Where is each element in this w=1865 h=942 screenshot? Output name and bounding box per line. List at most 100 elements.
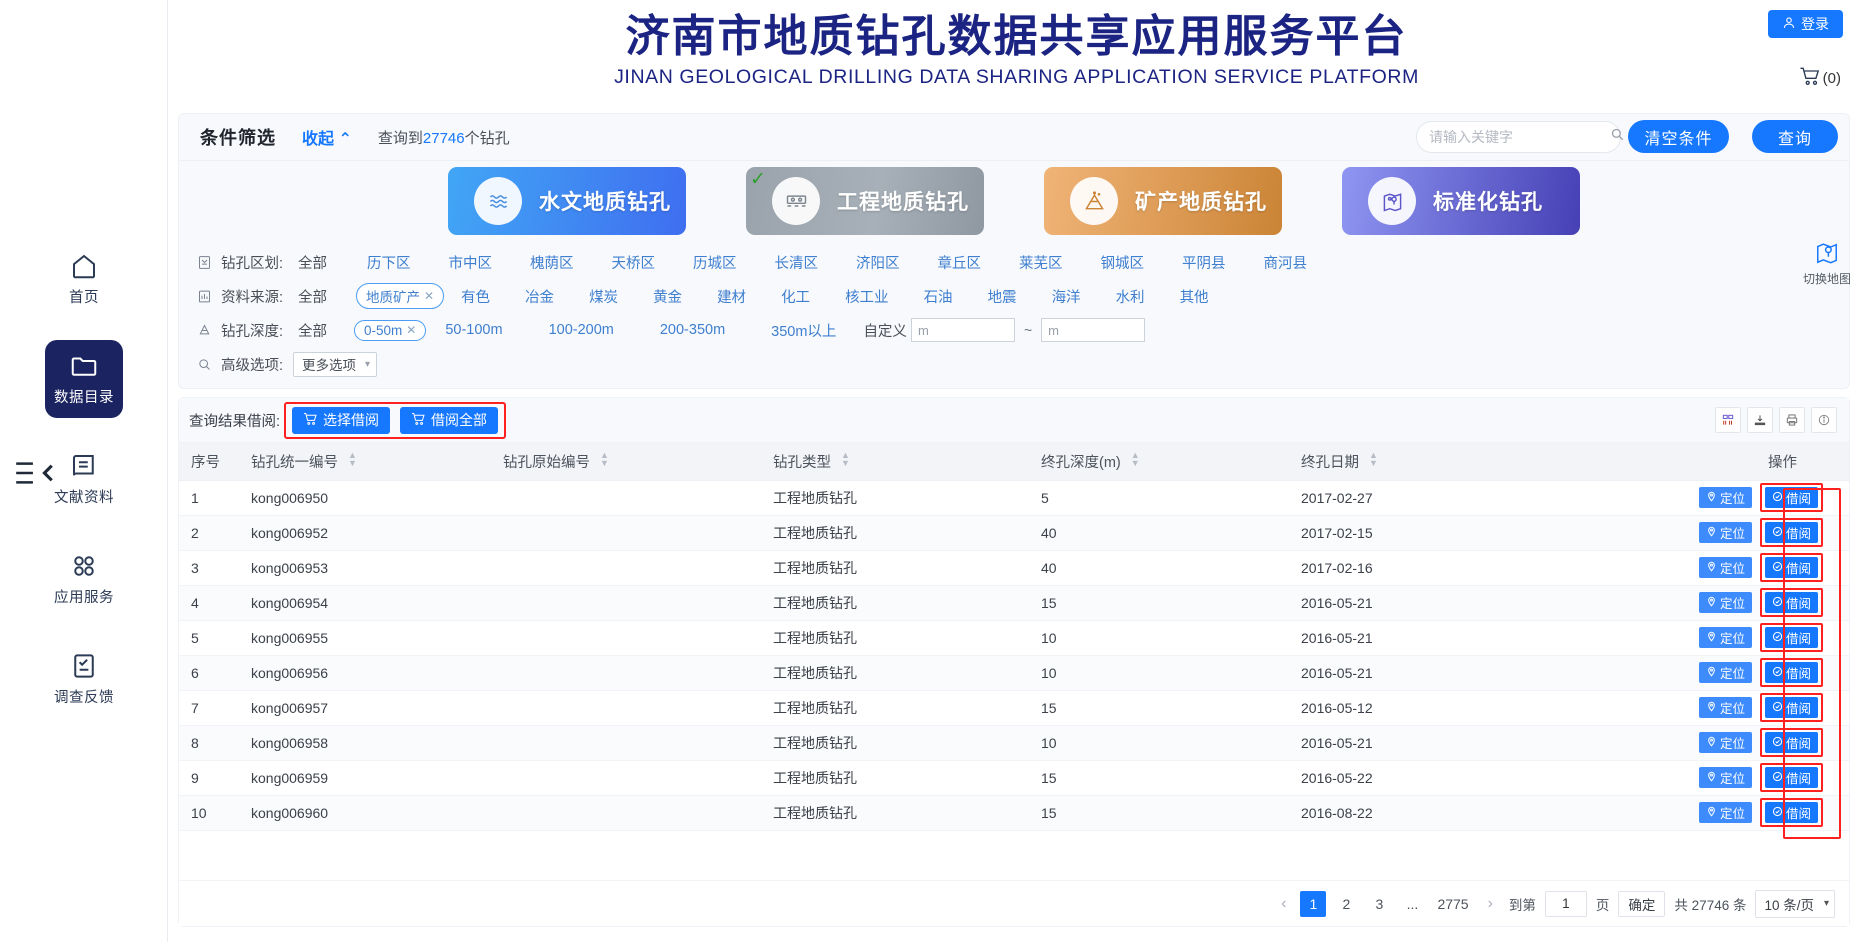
filter-chip-selected[interactable]: 地质矿产 ✕ (356, 283, 444, 309)
sort-icon[interactable]: ▲▼ (1369, 451, 1378, 467)
depth-max-input[interactable] (1041, 318, 1145, 342)
table-row[interactable]: 8kong006958工程地质钻孔102016-05-21定位借阅 (179, 725, 1849, 760)
filter-option[interactable]: 100-200m (544, 322, 619, 338)
table-row[interactable]: 3kong006953工程地质钻孔402017-02-16定位借阅 (179, 550, 1849, 585)
category-card-engineering[interactable]: ✓ 工程地质钻孔 (746, 167, 984, 235)
filter-option[interactable]: 石油 (919, 286, 958, 307)
table-row[interactable]: 4kong006954工程地质钻孔152016-05-21定位借阅 (179, 585, 1849, 620)
next-page-button[interactable]: › (1481, 895, 1500, 913)
filter-option[interactable]: 煤炭 (584, 286, 623, 307)
locate-button[interactable]: 定位 (1699, 487, 1752, 508)
page-jump-confirm-button[interactable]: 确定 (1618, 891, 1665, 917)
sort-icon[interactable]: ▲▼ (841, 451, 850, 467)
filter-option[interactable]: 有色 (456, 286, 495, 307)
filter-option[interactable]: 全部 (293, 252, 332, 273)
borrow-button[interactable]: 借阅 (1765, 697, 1818, 718)
filter-option[interactable]: 其他 (1175, 286, 1214, 307)
filter-option[interactable]: 长清区 (770, 252, 824, 273)
filter-chip-selected[interactable]: 0-50m ✕ (354, 320, 426, 341)
borrow-button[interactable]: 借阅 (1765, 522, 1818, 543)
borrow-button[interactable]: 借阅 (1765, 557, 1818, 578)
sort-icon[interactable]: ▲▼ (1131, 451, 1140, 467)
table-row[interactable]: 1kong006950工程地质钻孔52017-02-27定位借阅 (179, 480, 1849, 515)
advanced-options-select[interactable]: 更多选项 ▾ (293, 352, 377, 377)
sort-icon[interactable]: ▲▼ (348, 451, 357, 467)
locate-button[interactable]: 定位 (1699, 662, 1752, 683)
clear-conditions-button[interactable]: 清空条件 (1628, 120, 1729, 153)
select-borrow-button[interactable]: 选择借阅 (292, 407, 390, 434)
locate-button[interactable]: 定位 (1699, 627, 1752, 648)
filter-option[interactable]: 天桥区 (607, 252, 661, 273)
locate-button[interactable]: 定位 (1699, 697, 1752, 718)
filter-option[interactable]: 建材 (712, 286, 751, 307)
filter-option[interactable]: 海洋 (1047, 286, 1086, 307)
filter-option[interactable]: 350m以上 (766, 320, 841, 341)
filter-option[interactable]: 钢城区 (1096, 252, 1150, 273)
sidebar-item-app-service[interactable]: 应用服务 (45, 540, 123, 618)
search-box[interactable] (1416, 121, 1621, 153)
export-icon[interactable] (1747, 407, 1773, 433)
search-icon[interactable] (1610, 127, 1625, 147)
table-row[interactable]: 2kong006952工程地质钻孔402017-02-15定位借阅 (179, 515, 1849, 550)
locate-button[interactable]: 定位 (1699, 592, 1752, 613)
table-row[interactable]: 5kong006955工程地质钻孔102016-05-21定位借阅 (179, 620, 1849, 655)
table-row[interactable]: 7kong006957工程地质钻孔152016-05-12定位借阅 (179, 690, 1849, 725)
filter-option[interactable]: 地震 (983, 286, 1022, 307)
filter-collapse-toggle[interactable]: 收起 ⌃ (302, 125, 352, 149)
page-jump-input[interactable] (1545, 891, 1587, 917)
filter-option[interactable]: 200-350m (655, 322, 730, 338)
query-button[interactable]: 查询 (1752, 120, 1838, 153)
filter-option[interactable]: 黄金 (648, 286, 687, 307)
locate-button[interactable]: 定位 (1699, 557, 1752, 578)
page-number-3[interactable]: 3 (1366, 891, 1392, 917)
print-icon[interactable] (1779, 407, 1805, 433)
sidebar-item-feedback[interactable]: 调查反馈 (45, 640, 123, 718)
table-row[interactable]: 10kong006960工程地质钻孔152016-08-22定位借阅 (179, 795, 1849, 830)
search-input[interactable] (1429, 129, 1610, 145)
borrow-button[interactable]: 借阅 (1765, 802, 1818, 823)
filter-option[interactable]: 核工业 (840, 286, 894, 307)
filter-option[interactable]: 50-100m (440, 322, 507, 338)
page-number-2[interactable]: 2 (1333, 891, 1359, 917)
borrow-button[interactable]: 借阅 (1765, 767, 1818, 788)
filter-option[interactable]: 商河县 (1259, 252, 1313, 273)
column-header-original-no[interactable]: 钻孔原始编号 ▲▼ (491, 443, 761, 480)
category-card-standardized[interactable]: 标准化钻孔 (1342, 167, 1580, 235)
filter-option[interactable]: 章丘区 (933, 252, 987, 273)
filter-option[interactable]: 历下区 (362, 252, 416, 273)
sidebar-item-home[interactable]: 首页 (45, 240, 123, 318)
borrow-button[interactable]: 借阅 (1765, 592, 1818, 613)
remove-chip-icon[interactable]: ✕ (424, 289, 434, 303)
depth-min-input[interactable] (911, 318, 1015, 342)
borrow-button[interactable]: 借阅 (1765, 487, 1818, 508)
borrow-button[interactable]: 借阅 (1765, 662, 1818, 683)
locate-button[interactable]: 定位 (1699, 802, 1752, 823)
sort-icon[interactable]: ▲▼ (600, 451, 609, 467)
sidebar-item-data-catalog[interactable]: 数据目录 (45, 340, 123, 418)
table-row[interactable]: 9kong006959工程地质钻孔152016-05-22定位借阅 (179, 760, 1849, 795)
category-card-mineral[interactable]: 矿产地质钻孔 (1044, 167, 1282, 235)
filter-option[interactable]: 济阳区 (851, 252, 905, 273)
page-number-last[interactable]: 2775 (1432, 891, 1473, 917)
prev-page-button[interactable]: ‹ (1274, 895, 1293, 913)
map-switch-button[interactable]: 切换地图 (1797, 240, 1857, 287)
borrow-button[interactable]: 借阅 (1765, 732, 1818, 753)
filter-option[interactable]: 平阴县 (1177, 252, 1231, 273)
borrow-button[interactable]: 借阅 (1765, 627, 1818, 648)
cart-button[interactable]: (0) (1799, 66, 1841, 90)
filter-option[interactable]: 历城区 (688, 252, 742, 273)
sidebar-collapse-toggle[interactable] (10, 452, 60, 494)
page-number-1[interactable]: 1 (1300, 891, 1326, 917)
info-icon[interactable] (1811, 407, 1837, 433)
filter-option[interactable]: 全部 (293, 286, 332, 307)
page-size-select[interactable]: 10 条/页 ▾ (1755, 890, 1835, 918)
borrow-all-button[interactable]: 借阅全部 (400, 407, 498, 434)
category-card-hydrogeology[interactable]: 水文地质钻孔 (448, 167, 686, 235)
filter-option[interactable]: 莱芜区 (1014, 252, 1068, 273)
table-row[interactable]: 6kong006956工程地质钻孔102016-05-21定位借阅 (179, 655, 1849, 690)
filter-option[interactable]: 水利 (1111, 286, 1150, 307)
locate-button[interactable]: 定位 (1699, 732, 1752, 753)
column-header-depth[interactable]: 终孔深度(m) ▲▼ (1029, 443, 1289, 480)
filter-option[interactable]: 全部 (293, 320, 332, 341)
filter-option[interactable]: 槐荫区 (525, 252, 579, 273)
